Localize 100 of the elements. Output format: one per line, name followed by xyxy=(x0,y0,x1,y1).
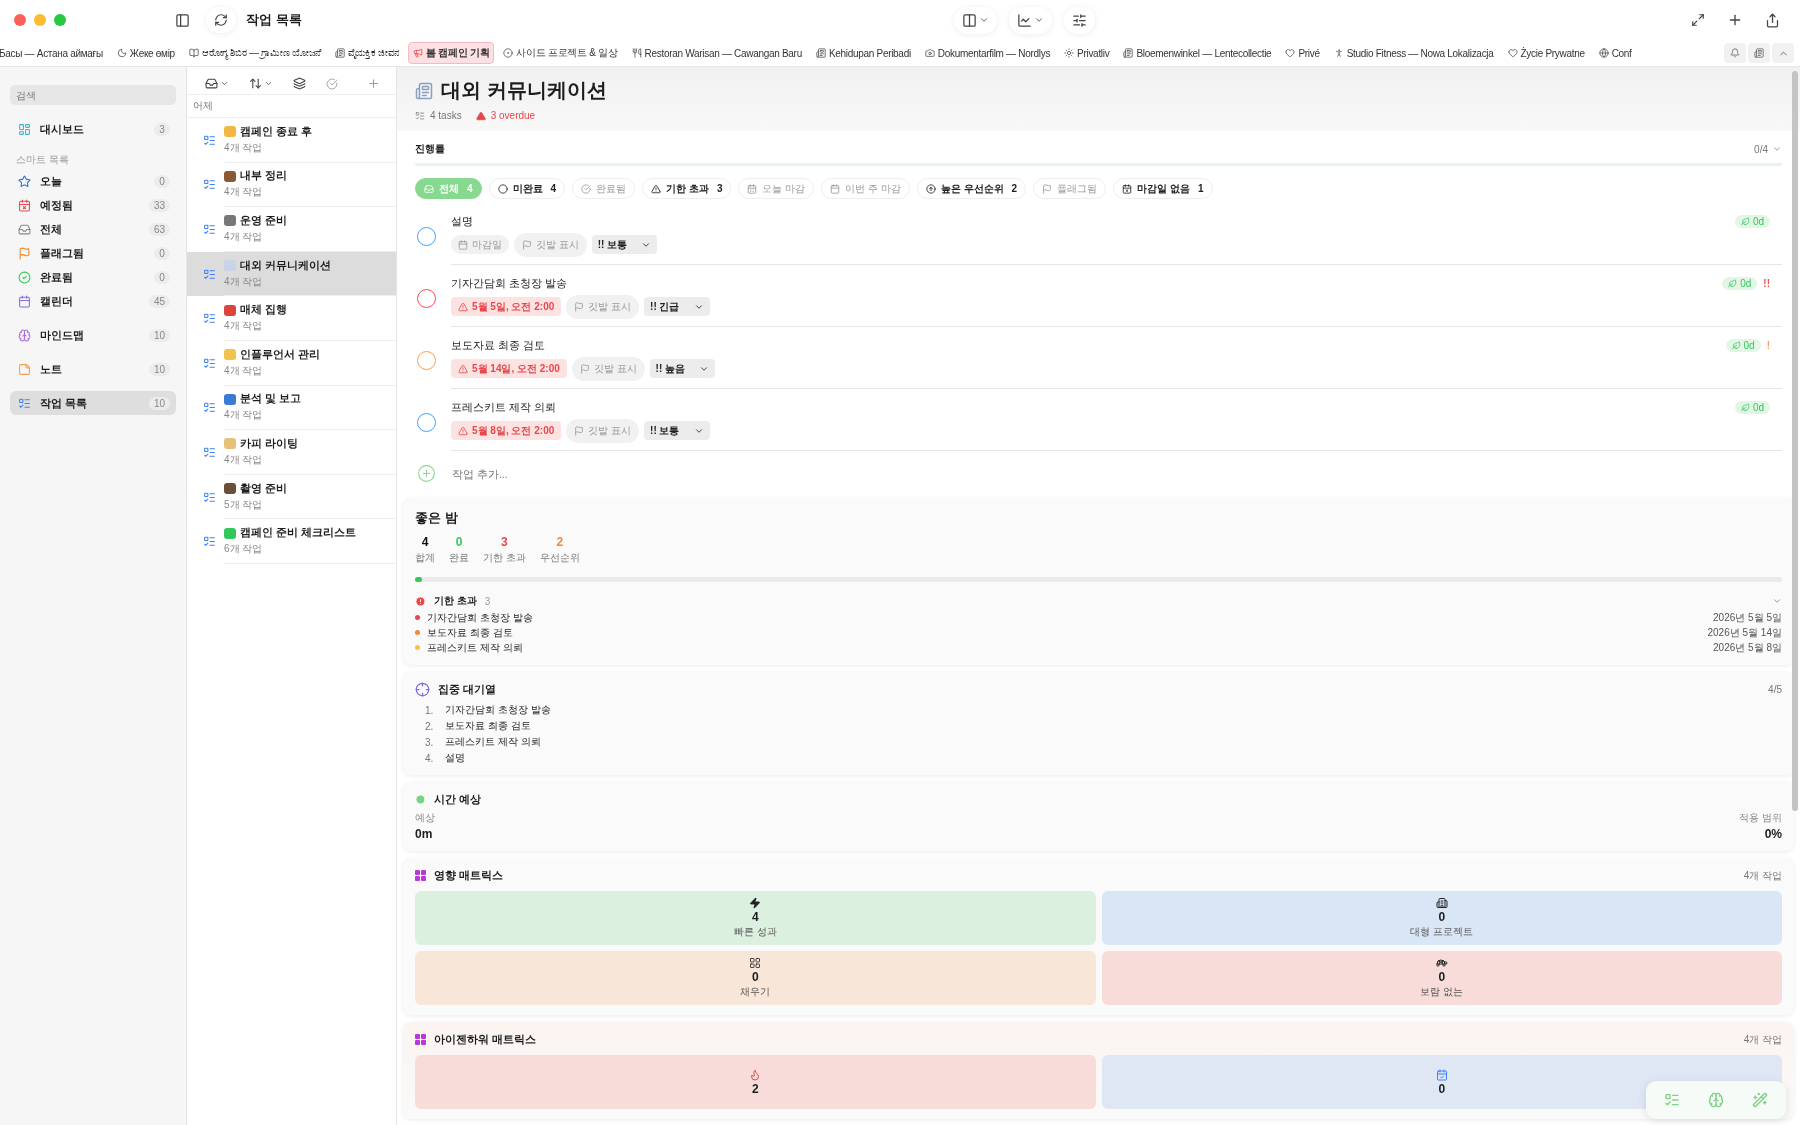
count-badge: 45 xyxy=(148,294,170,308)
list-item[interactable]: 캠페인 준비 체크리스트 6개 작업 xyxy=(187,519,396,564)
dashboard-icon xyxy=(18,122,31,136)
book-icon xyxy=(188,48,199,58)
filter-chip[interactable]: 미완료 4 xyxy=(488,178,566,199)
list-name: 운영 준비 xyxy=(240,214,287,228)
magic-wand-button[interactable] xyxy=(1752,1092,1768,1108)
coverage-value: 0% xyxy=(1764,827,1782,841)
tab[interactable]: Басы — Астана аймағы xyxy=(0,43,108,63)
inbox-icon xyxy=(18,222,31,236)
chevron-icon xyxy=(264,79,273,88)
list-item[interactable]: 인플루언서 관리 4개 작업 xyxy=(187,340,396,386)
tab[interactable]: Restoran Warisan — Cawangan Baru xyxy=(626,43,807,63)
tab[interactable]: Conf xyxy=(1593,43,1637,63)
list-item[interactable]: 내부 정리 4개 작업 xyxy=(187,162,396,208)
line-chart-icon xyxy=(1017,12,1032,28)
card-title: 시간 예상 xyxy=(434,792,482,807)
sort-icon xyxy=(249,77,262,90)
list-item[interactable]: 카피 라이팅 4개 작업 xyxy=(187,430,396,475)
item-number: 1. xyxy=(425,704,435,716)
sidebar-item[interactable]: 예정됨 33 xyxy=(10,193,176,217)
zoom-button[interactable] xyxy=(54,14,66,26)
minimize-button[interactable] xyxy=(34,14,46,26)
mind-map-button[interactable] xyxy=(1708,1092,1724,1108)
section-title: 기한 초과 xyxy=(434,594,477,608)
count-badge: 10 xyxy=(148,328,170,342)
card-title: 아이젠하워 매트릭스 xyxy=(434,1032,537,1047)
sidebar-item[interactable]: 캘린더 45 xyxy=(10,289,176,313)
queue-item: 프레스키트 제작 의뢰 xyxy=(445,735,541,749)
star-icon xyxy=(18,174,31,188)
priority-mark: !! xyxy=(1763,278,1770,289)
tab[interactable]: 봄 캠페인 기획 xyxy=(408,42,495,64)
filter-chip[interactable]: 기한 초과 3 xyxy=(642,178,732,199)
cell-value: 0 xyxy=(1438,910,1446,924)
filter-chip[interactable]: 마감일 없음 1 xyxy=(1113,178,1213,199)
list-view-button[interactable] xyxy=(1664,1092,1680,1108)
tab[interactable]: ಆರೋಗ್ಯ ಶಿಬಿರ — ಗ್ರಾಮೀಣ ಯೋಜನೆ xyxy=(183,43,326,63)
task-count: 4개 작업 xyxy=(224,452,264,467)
priority-dropdown[interactable]: !! 높음 xyxy=(649,359,716,378)
priority-dropdown[interactable]: !! 보통 xyxy=(644,421,710,440)
tab[interactable]: Kehidupan Peribadi xyxy=(810,43,916,63)
list-icon xyxy=(224,393,236,405)
cell-value: 4 xyxy=(751,910,759,924)
list-icon xyxy=(224,215,236,227)
tab[interactable]: Studio Fitness — Nowa Lokalizacja xyxy=(1328,43,1499,63)
filter-chip[interactable]: 높은 우선순위 2 xyxy=(916,178,1027,199)
cell-label: 채우기 xyxy=(740,985,771,999)
tab[interactable]: ವೈಯಕ್ತಿಕ ಜೀವನ xyxy=(329,43,405,63)
tab[interactable]: Жеке өмір xyxy=(111,43,180,63)
reader-button[interactable] xyxy=(1748,43,1770,63)
calendar-icon xyxy=(18,294,31,308)
tab[interactable]: Dokumentarfilm — Nordlys xyxy=(919,43,1056,63)
sidebar-item[interactable]: 플래그됨 0 xyxy=(10,241,176,265)
layers-icon xyxy=(293,77,306,90)
overdue-total: 3 overdue xyxy=(490,110,536,121)
tab[interactable]: 사이드 프로젝트 & 일상 xyxy=(498,42,623,64)
collapse-button[interactable] xyxy=(1772,43,1794,63)
overdue-date: 2026년 5월 14일 xyxy=(1707,625,1782,640)
sidebar-item[interactable]: 마인드맵 10 xyxy=(10,323,176,347)
scroll-bar[interactable] xyxy=(1792,71,1798,811)
queue-item: 기자간담회 초청장 발송 xyxy=(445,703,551,717)
priority-dropdown[interactable]: !! 긴급 xyxy=(644,297,710,316)
count-badge: 0 xyxy=(154,270,170,284)
checklist-icon xyxy=(203,356,216,370)
task-count: 4개 작업 xyxy=(224,363,264,378)
tab[interactable]: Privé xyxy=(1280,43,1325,63)
sidebar-item[interactable]: 전체 63 xyxy=(10,217,176,241)
list-item[interactable]: 운영 준비 4개 작업 xyxy=(187,207,396,252)
cell-value: 0 xyxy=(751,970,759,984)
list-item[interactable]: 매체 집행 4개 작업 xyxy=(187,296,396,341)
leaf-icon xyxy=(1728,279,1738,288)
sidebar-item[interactable]: 작업 목록 10 xyxy=(10,391,176,415)
sidebar-item[interactable]: 완료됨 0 xyxy=(10,265,176,289)
refresh-button[interactable] xyxy=(206,7,236,33)
tray-icon xyxy=(205,77,218,90)
sidebar-item[interactable]: 노트 10 xyxy=(10,357,176,381)
list-item[interactable]: 캠페인 종료 후 4개 작업 xyxy=(187,118,396,163)
sidebar-item[interactable]: 오늘 0 xyxy=(10,169,176,193)
list-item[interactable]: 촬영 준비 5개 작업 xyxy=(187,474,396,520)
tab[interactable]: Bloemenwinkel — Lentecollectie xyxy=(1118,43,1277,63)
add-task-field[interactable]: 작업 추가... xyxy=(450,466,650,481)
sidebar-item[interactable]: 대시보드 3 xyxy=(10,117,176,141)
layout-button[interactable] xyxy=(954,6,997,34)
chart-button[interactable] xyxy=(1009,6,1052,34)
close-button[interactable] xyxy=(14,14,26,26)
list-item[interactable]: 대외 커뮤니케이션 4개 작업 xyxy=(187,251,396,297)
checklist-icon xyxy=(203,267,216,281)
list-icon xyxy=(224,126,236,138)
cell-value: 2 xyxy=(751,1081,759,1096)
tab[interactable]: Privatliv xyxy=(1059,43,1115,63)
priority-dropdown[interactable]: !! 보통 xyxy=(591,235,658,254)
search-field[interactable]: 검색 xyxy=(10,85,176,105)
checklist-icon xyxy=(203,401,216,415)
list-item[interactable]: 분석 및 보고 4개 작업 xyxy=(187,385,396,431)
warning-icon xyxy=(458,363,468,374)
count-badge: 10 xyxy=(148,396,170,410)
alert-icon xyxy=(415,595,426,607)
bell-button[interactable] xyxy=(1724,43,1746,63)
tab[interactable]: Życie Prywatne xyxy=(1502,43,1590,63)
settings-button[interactable] xyxy=(1064,6,1095,34)
